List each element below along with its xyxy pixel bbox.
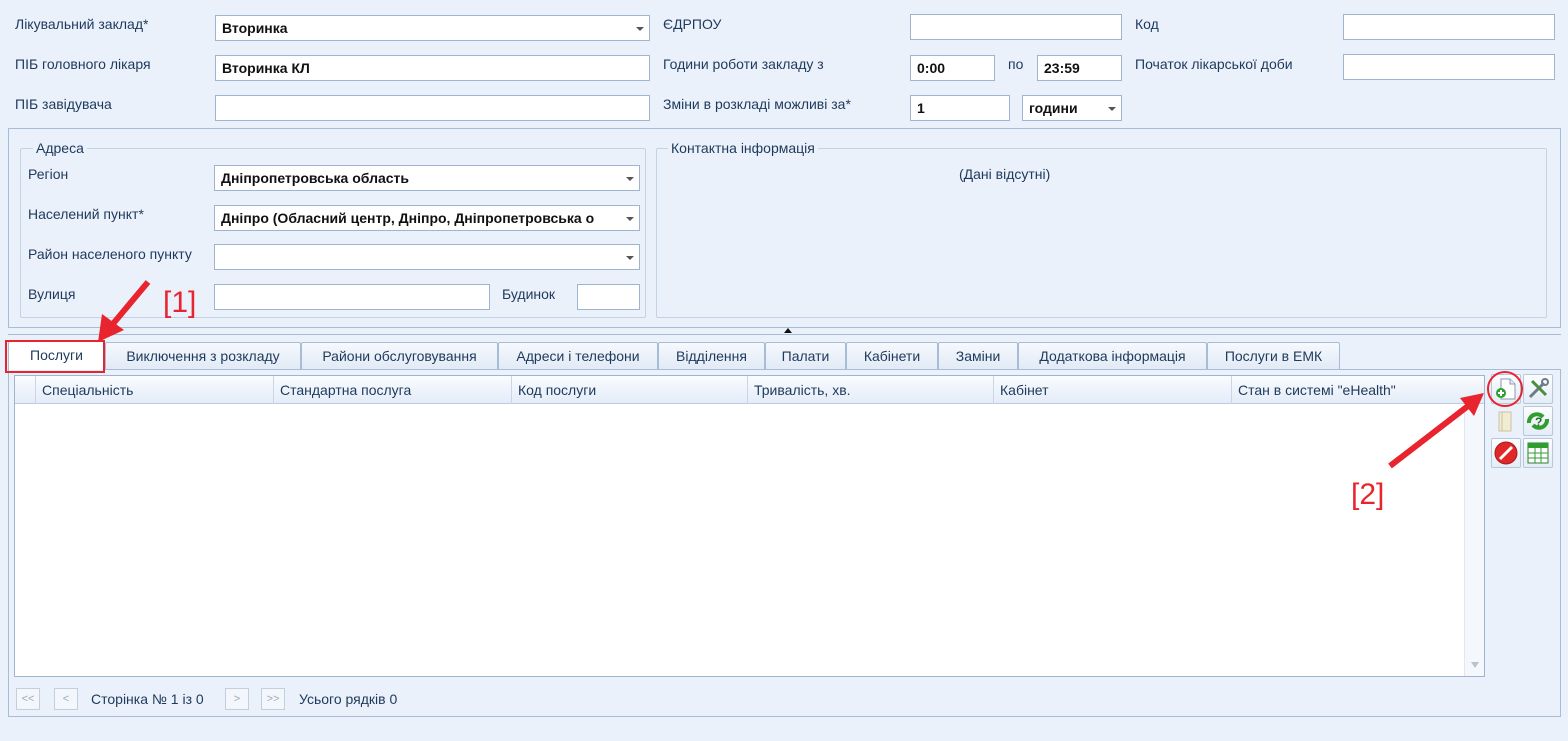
hours-label: Години роботи закладу з <box>663 56 824 72</box>
edrpou-label: ЄДРПОУ <box>663 16 722 32</box>
street-label: Вулиця <box>28 286 76 302</box>
settings-tools-icon <box>1528 378 1549 399</box>
refresh-question-icon: ? <box>1527 412 1549 430</box>
tab-emk-services[interactable]: Послуги в ЕМК <box>1207 342 1340 369</box>
pager-first-button[interactable]: << <box>16 688 40 710</box>
region-combo[interactable]: Дніпропетровська область <box>214 165 640 191</box>
pager-prev-button[interactable]: < <box>54 688 78 710</box>
tab-wards[interactable]: Палати <box>765 342 846 369</box>
grid-col-room[interactable]: Кабінет <box>993 376 1231 404</box>
region-label: Регіон <box>28 166 69 182</box>
chevron-down-icon[interactable] <box>1108 107 1116 111</box>
locality-combo[interactable]: Дніпро (Обласний центр, Дніпро, Дніпропе… <box>214 205 640 231</box>
grid-col-standard-service[interactable]: Стандартна послуга <box>273 376 511 404</box>
tab-additional-info[interactable]: Додаткова інформація <box>1018 342 1207 369</box>
code-label: Код <box>1135 16 1159 32</box>
building-label: Будинок <box>502 286 556 302</box>
schedule-unit-combo[interactable]: години <box>1022 95 1122 121</box>
edit-record-button[interactable] <box>1523 374 1553 404</box>
chevron-down-icon[interactable] <box>626 177 634 181</box>
chief-doctor-label: ПІБ головного лікаря <box>15 56 151 72</box>
grid-vertical-scrollbar[interactable] <box>1464 405 1484 676</box>
services-grid[interactable]: Спеціальність Стандартна послуга Код пос… <box>14 375 1485 677</box>
grid-col-duration[interactable]: Тривалість, хв. <box>747 376 993 404</box>
schedule-unit-value: години <box>1029 100 1078 116</box>
pager-total-text: Усього рядків 0 <box>299 691 398 707</box>
pager-page-text: Сторінка № 1 із 0 <box>91 691 204 707</box>
contact-empty-text: (Дані відсутні) <box>959 166 1051 182</box>
pager-last-button[interactable]: >> <box>261 688 285 710</box>
grid-col-specialty[interactable]: Спеціальність <box>35 376 273 404</box>
schedule-changes-field[interactable]: 1 <box>910 95 1010 121</box>
building-field[interactable] <box>577 284 640 310</box>
view-record-button[interactable] <box>1491 406 1521 436</box>
excel-icon <box>1527 442 1549 464</box>
facility-value: Вторинка <box>222 20 288 36</box>
grid-col-ehealth-status[interactable]: Стан в системі "eHealth" <box>1231 376 1461 404</box>
grid-col-service-code[interactable]: Код послуги <box>511 376 747 404</box>
delete-record-button[interactable] <box>1491 438 1521 468</box>
address-group-title: Адреса <box>33 140 87 156</box>
district-label: Район населеного пункту <box>28 246 192 262</box>
contact-group <box>656 148 1547 318</box>
hours-to-field[interactable]: 23:59 <box>1037 55 1122 81</box>
collapse-arrow-icon[interactable] <box>784 328 792 333</box>
scroll-down-arrow-icon[interactable] <box>1471 662 1479 668</box>
day-start-field[interactable] <box>1343 54 1555 80</box>
street-field[interactable] <box>214 284 490 310</box>
tab-addresses-phones[interactable]: Адреси і телефони <box>498 342 658 369</box>
pager-next-button[interactable]: > <box>225 688 249 710</box>
code-field[interactable] <box>1343 14 1555 40</box>
day-start-label: Початок лікарської доби <box>1135 56 1293 72</box>
annotation-label-2: [2] <box>1351 478 1385 511</box>
svg-text:?: ? <box>1535 415 1542 429</box>
facility-combo[interactable]: Вторинка <box>215 15 650 41</box>
contact-group-title: Контактна інформація <box>668 140 818 156</box>
tab-replacements[interactable]: Заміни <box>938 342 1018 369</box>
region-value: Дніпропетровська область <box>221 170 410 186</box>
grid-header: Спеціальність Стандартна послуга Код пос… <box>15 376 1484 404</box>
export-excel-button[interactable] <box>1523 438 1553 468</box>
tab-rooms[interactable]: Кабінети <box>846 342 938 369</box>
locality-value: Дніпро (Обласний центр, Дніпро, Дніпропе… <box>221 210 595 226</box>
hours-to-label: по <box>1008 56 1024 72</box>
panel-splitter[interactable] <box>8 328 1561 335</box>
district-combo[interactable] <box>214 244 640 270</box>
book-icon <box>1498 411 1512 432</box>
chevron-down-icon[interactable] <box>626 217 634 221</box>
annotation-circle-2 <box>1487 371 1523 407</box>
grid-col-selector[interactable] <box>15 376 35 404</box>
chevron-down-icon[interactable] <box>636 27 644 31</box>
head-field[interactable] <box>215 95 650 121</box>
chevron-down-icon[interactable] <box>626 256 634 260</box>
edrpou-field[interactable] <box>910 14 1122 40</box>
schedule-changes-label: Зміни в розкладі можливі за* <box>663 96 851 112</box>
annotation-box-1 <box>5 340 105 373</box>
tab-service-areas[interactable]: Райони обслуговування <box>301 342 498 369</box>
refresh-button[interactable]: ? <box>1523 406 1553 436</box>
delete-icon <box>1494 441 1518 465</box>
facility-label: Лікувальний заклад* <box>15 16 149 32</box>
annotation-label-1: [1] <box>163 286 197 319</box>
tab-schedule-exclusions[interactable]: Виключення з розкладу <box>105 342 301 369</box>
chief-doctor-field[interactable]: Вторинка КЛ <box>215 55 650 81</box>
locality-label: Населений пункт* <box>28 206 144 222</box>
head-label: ПІБ завідувача <box>15 96 112 112</box>
hours-from-field[interactable]: 0:00 <box>910 55 995 81</box>
tab-departments[interactable]: Відділення <box>658 342 765 369</box>
